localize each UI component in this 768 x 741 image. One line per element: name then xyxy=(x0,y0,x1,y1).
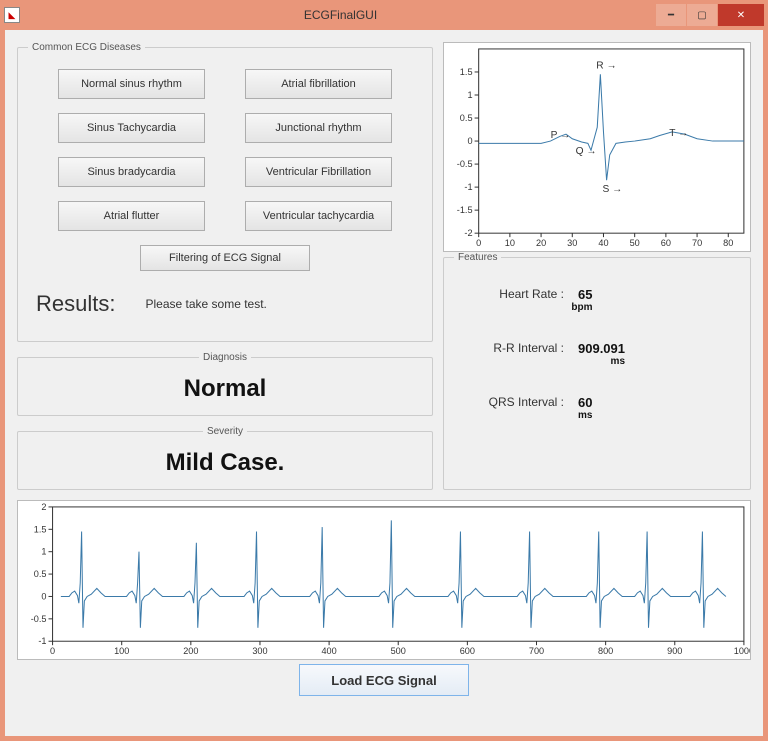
client-area: Common ECG Diseases Normal sinus rhythm A… xyxy=(0,30,768,741)
heart-rate-label: Heart Rate : xyxy=(464,287,564,301)
single-beat-chart: 0 10 20 30 40 50 60 70 80 -2 -1.5 -1 -0.5 0 0.5 1 1.5 P →… xyxy=(443,42,751,252)
qrs-interval-value: 60 xyxy=(578,395,592,410)
svg-text:800: 800 xyxy=(598,646,613,656)
diseases-legend: Common ECG Diseases xyxy=(28,42,145,53)
heart-rate-value: 65 xyxy=(578,287,592,302)
results-label: Results: xyxy=(36,291,115,317)
svg-text:2: 2 xyxy=(41,502,46,512)
svg-text:20: 20 xyxy=(536,238,546,248)
svg-text:40: 40 xyxy=(598,238,608,248)
disease-button-2[interactable]: Sinus Tachycardia xyxy=(58,113,205,143)
severity-panel: Severity Mild Case. xyxy=(17,426,433,490)
features-legend: Features xyxy=(454,252,501,263)
disease-button-0[interactable]: Normal sinus rhythm xyxy=(58,69,205,99)
disease-button-7[interactable]: Ventricular tachycardia xyxy=(245,201,392,231)
filter-ecg-button[interactable]: Filtering of ECG Signal xyxy=(140,245,310,271)
svg-text:-2: -2 xyxy=(464,228,472,238)
svg-text:0: 0 xyxy=(476,238,481,248)
svg-text:30: 30 xyxy=(567,238,577,248)
svg-text:0: 0 xyxy=(50,646,55,656)
severity-value: Mild Case. xyxy=(28,445,422,479)
severity-legend: Severity xyxy=(203,426,247,437)
rr-interval-label: R-R Interval : xyxy=(464,341,564,355)
svg-text:0.5: 0.5 xyxy=(34,569,47,579)
diseases-panel: Common ECG Diseases Normal sinus rhythm A… xyxy=(17,42,433,342)
svg-text:60: 60 xyxy=(661,238,671,248)
diagnosis-value: Normal xyxy=(28,371,422,405)
diagnosis-panel: Diagnosis Normal xyxy=(17,352,433,416)
full-ecg-chart: 0 100 200 300 400 500 600 700 800 900 1000 -1 -0.5 0 0… xyxy=(17,500,751,660)
disease-button-6[interactable]: Atrial flutter xyxy=(58,201,205,231)
svg-text:R →: R → xyxy=(596,60,616,71)
svg-text:600: 600 xyxy=(460,646,475,656)
maximize-button[interactable]: ▢ xyxy=(687,4,717,26)
svg-text:50: 50 xyxy=(630,238,640,248)
svg-text:80: 80 xyxy=(723,238,733,248)
svg-text:10: 10 xyxy=(505,238,515,248)
svg-text:700: 700 xyxy=(529,646,544,656)
disease-button-1[interactable]: Atrial fibrillation xyxy=(245,69,392,99)
rr-interval-value: 909.091 xyxy=(578,341,625,356)
svg-text:1: 1 xyxy=(467,90,472,100)
svg-text:100: 100 xyxy=(114,646,129,656)
qrs-interval-label: QRS Interval : xyxy=(464,395,564,409)
svg-text:200: 200 xyxy=(183,646,198,656)
title-bar: ◣ ECGFinalGUI ━ ▢ ✕ xyxy=(0,0,768,30)
heart-rate-unit: bpm xyxy=(564,302,592,313)
svg-text:-1: -1 xyxy=(464,182,472,192)
svg-text:0: 0 xyxy=(467,136,472,146)
svg-text:900: 900 xyxy=(667,646,682,656)
load-ecg-button[interactable]: Load ECG Signal xyxy=(299,664,469,696)
svg-text:70: 70 xyxy=(692,238,702,248)
svg-text:400: 400 xyxy=(321,646,336,656)
svg-text:1: 1 xyxy=(41,547,46,557)
svg-text:-0.5: -0.5 xyxy=(457,159,473,169)
close-button[interactable]: ✕ xyxy=(718,4,764,26)
svg-text:500: 500 xyxy=(391,646,406,656)
svg-text:-0.5: -0.5 xyxy=(31,614,47,624)
svg-text:-1: -1 xyxy=(38,636,46,646)
disease-button-3[interactable]: Junctional rhythm xyxy=(245,113,392,143)
svg-text:0.5: 0.5 xyxy=(460,113,473,123)
svg-text:1.5: 1.5 xyxy=(34,524,47,534)
disease-button-4[interactable]: Sinus bradycardia xyxy=(58,157,205,187)
qrs-interval-unit: ms xyxy=(564,410,592,421)
svg-text:S →: S → xyxy=(603,184,623,195)
svg-text:P →: P → xyxy=(551,130,571,141)
window-title: ECGFinalGUI xyxy=(26,8,655,22)
svg-text:1.5: 1.5 xyxy=(460,67,473,77)
minimize-button[interactable]: ━ xyxy=(656,4,686,26)
rr-interval-unit: ms xyxy=(564,356,625,367)
svg-text:Q →: Q → xyxy=(576,146,597,157)
disease-button-5[interactable]: Ventricular Fibrillation xyxy=(245,157,392,187)
svg-text:-1.5: -1.5 xyxy=(457,205,473,215)
svg-text:T →: T → xyxy=(669,128,688,139)
diagnosis-legend: Diagnosis xyxy=(199,352,251,363)
features-panel: Features Heart Rate : 65 bpm R-R Interva… xyxy=(443,252,751,490)
svg-text:1000: 1000 xyxy=(734,646,750,656)
results-text: Please take some test. xyxy=(145,297,266,311)
svg-text:300: 300 xyxy=(252,646,267,656)
svg-text:0: 0 xyxy=(41,592,46,602)
app-icon: ◣ xyxy=(4,7,20,23)
